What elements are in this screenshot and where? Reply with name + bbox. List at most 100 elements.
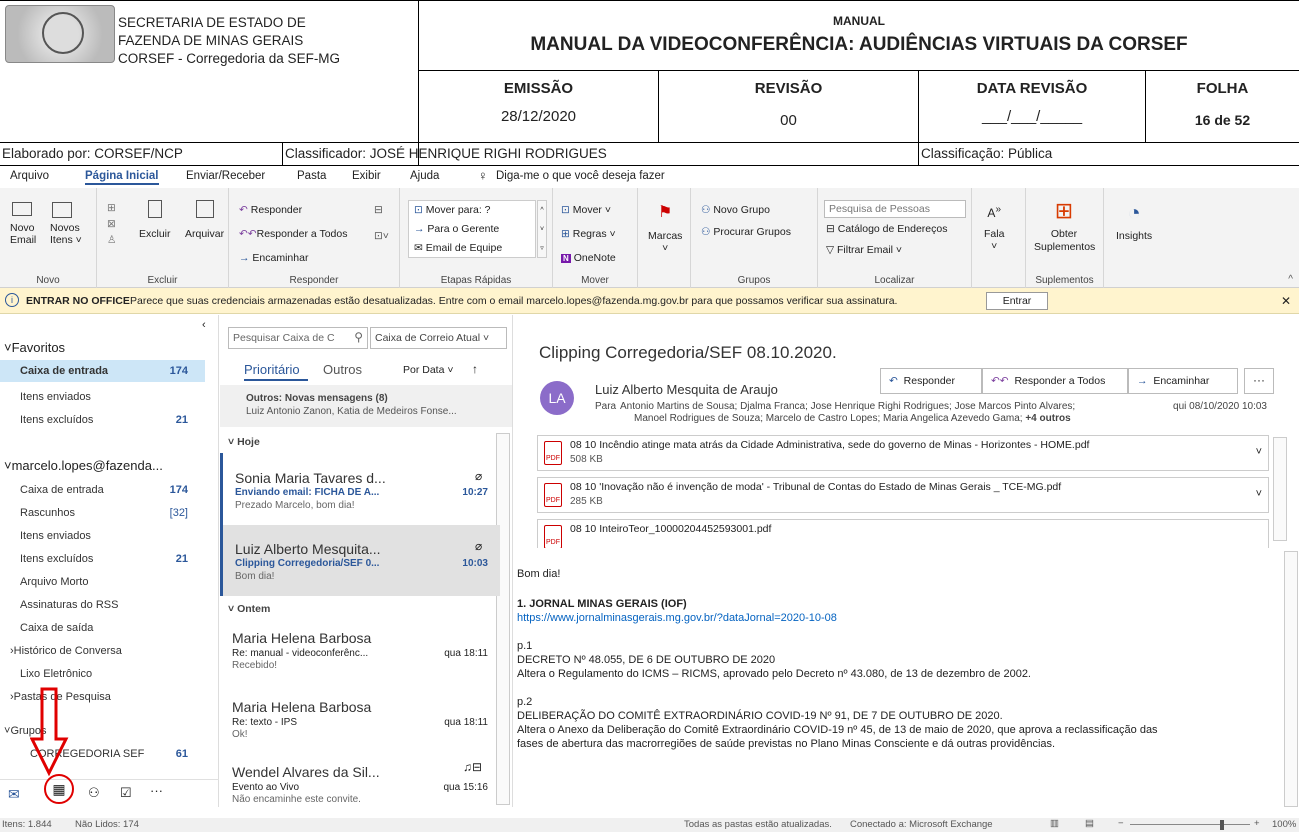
attachment-item[interactable]: PDF 08 10 'Inovação não é invenção de mo… — [537, 477, 1269, 513]
tab-pasta[interactable]: Pasta — [297, 170, 326, 182]
tab-pagina-inicial[interactable]: Página Inicial — [85, 170, 159, 185]
ontem-header[interactable]: ˅ Ontem — [228, 603, 270, 615]
tab-outros[interactable]: Outros — [323, 362, 362, 377]
zoom-slider[interactable] — [1130, 824, 1250, 825]
insights-button[interactable]: ◔ Insights — [1116, 200, 1152, 242]
catalogo-button[interactable]: ⊟ Catálogo de Endereços — [826, 223, 947, 235]
encaminhar-button[interactable]: → Encaminhar — [239, 252, 308, 264]
normal-view-icon[interactable]: ▥ — [1050, 818, 1059, 829]
jornal-link[interactable]: https://www.jornalminasgerais.mg.gov.br/… — [517, 612, 837, 624]
list-item[interactable]: Sonia Maria Tavares d... ⌀ Enviando emai… — [220, 453, 500, 533]
list-item[interactable]: Wendel Alvares da Sil... ♫⊟ Evento ao Vi… — [220, 750, 500, 807]
more-actions-button[interactable]: ··· — [1244, 368, 1274, 394]
filtrar-email-button[interactable]: ▽ Filtrar Email ˅ — [826, 244, 902, 256]
list-item[interactable]: Maria Helena Barbosa Re: texto - IPS qua… — [220, 685, 500, 755]
attachments-scrollbar[interactable] — [1273, 437, 1287, 541]
mover-para-step[interactable]: ⊡ Mover para: ? — [414, 204, 491, 216]
mover-button[interactable]: ⊡ Mover ˅ — [561, 204, 611, 216]
sender-name[interactable]: Luiz Alberto Mesquita de Araujo — [595, 382, 778, 397]
search-input[interactable]: Pesquisar Caixa de C ⚲ — [228, 327, 368, 349]
acc-junk[interactable]: Lixo Eletrônico — [20, 668, 92, 680]
zoom-slider-thumb[interactable] — [1220, 820, 1224, 830]
email-equipe-step[interactable]: ✉ Email de Equipe — [414, 242, 502, 254]
obter-suplementos-button[interactable]: ⊞ Obter Suplementos — [1034, 198, 1095, 254]
sort-direction-icon[interactable]: ↑ — [472, 362, 478, 376]
arquivar-button[interactable]: Arquivar — [185, 200, 224, 240]
collapse-pane-icon[interactable]: ‹ — [202, 319, 206, 331]
excluir-button[interactable]: Excluir — [139, 200, 171, 240]
more-apps-icon[interactable]: ··· — [150, 783, 163, 798]
tab-exibir[interactable]: Exibir — [352, 170, 381, 182]
reading-view-icon[interactable]: ▤ — [1085, 818, 1094, 829]
org-name: SECRETARIA DE ESTADO DE FAZENDA DE MINAS… — [118, 15, 341, 66]
list-item[interactable]: Maria Helena Barbosa Re: manual - videoc… — [220, 620, 500, 685]
people-icon[interactable]: ⚇ — [88, 785, 100, 801]
tab-prioritario[interactable]: Prioritário — [244, 362, 300, 377]
account-header[interactable]: ˅marcelo.lopes@fazenda... — [4, 458, 163, 473]
attachment-item[interactable]: PDF 08 10 InteiroTeor_10000204452593001.… — [537, 519, 1269, 548]
regras-button[interactable]: ⊞ Regras ˅ — [561, 228, 616, 240]
collapse-ribbon-icon[interactable]: ^ — [1288, 274, 1293, 285]
more-recipients-link[interactable]: +4 outros — [1025, 413, 1070, 424]
status-bar: Itens: 1.844 Não Lidos: 174 Todas as pas… — [0, 818, 1299, 832]
chevron-down-icon[interactable]: ˅ — [1256, 488, 1262, 500]
responder-button[interactable]: ↶ Responder — [239, 204, 302, 216]
group-insights: ◔ Insights — [1104, 188, 1164, 288]
novos-itens-button[interactable]: Novos Itens ˅ — [50, 202, 82, 246]
fav-inbox[interactable]: Caixa de entrada — [20, 365, 108, 377]
outros-banner[interactable]: Outros: Novas mensagens (8) Luiz Antonio… — [220, 385, 512, 427]
sort-dropdown[interactable]: Por Data ˅ — [403, 364, 454, 376]
acc-rss[interactable]: Assinaturas do RSS — [20, 599, 118, 611]
tab-ajuda[interactable]: Ajuda — [410, 170, 439, 182]
procurar-grupos-button[interactable]: ⚇ Procurar Grupos — [701, 226, 791, 238]
novo-email-button[interactable]: Novo Email — [10, 202, 36, 246]
acc-drafts[interactable]: Rascunhos — [20, 507, 75, 519]
meeting-icon[interactable]: ⊟ — [374, 204, 383, 216]
tasks-icon[interactable]: ☑ — [120, 785, 132, 801]
forward-button[interactable]: → Encaminhar — [1128, 368, 1238, 394]
data-revisao-value: ___/___/_____ — [981, 108, 1083, 125]
tab-enviar-receber[interactable]: Enviar/Receber — [186, 170, 265, 182]
reply-all-button[interactable]: ↶↶ Responder a Todos — [982, 368, 1128, 394]
fav-sent[interactable]: Itens enviados — [20, 391, 91, 403]
tell-me-search[interactable]: Diga-me o que você deseja fazer — [496, 170, 665, 182]
acc-outbox[interactable]: Caixa de saída — [20, 622, 93, 634]
para-gerente-step[interactable]: → Para o Gerente — [414, 223, 499, 235]
zoom-in-icon[interactable]: + — [1254, 818, 1260, 829]
module-nav: ✉ ▦ ⚇ ☑ ··· — [0, 774, 219, 807]
reply-button[interactable]: ↶ Responder — [880, 368, 982, 394]
emissao-value: 28/12/2020 — [500, 108, 577, 125]
acc-history[interactable]: ›Histórico de Conversa — [10, 645, 122, 657]
body-scrollbar[interactable] — [1284, 551, 1298, 807]
avatar[interactable]: LA — [540, 381, 574, 415]
mail-icon[interactable]: ✉ — [8, 786, 20, 803]
email-subject: Clipping Corregedoria/SEF 08.10.2020. — [539, 343, 837, 362]
chevron-down-icon[interactable]: ˅ — [1256, 446, 1262, 458]
acc-sent[interactable]: Itens enviados — [20, 530, 91, 542]
acc-archive[interactable]: Arquivo Morto — [20, 576, 88, 588]
close-icon[interactable]: ✕ — [1281, 294, 1291, 308]
calendar-icon[interactable]: ▦ — [44, 774, 74, 804]
zoom-out-icon[interactable]: − — [1118, 818, 1124, 829]
acc-inbox[interactable]: Caixa de entrada — [20, 484, 104, 496]
favoritos-header[interactable]: ˅Favoritos — [4, 340, 65, 355]
quick-steps-scroll[interactable]: ^ ˅ ▿ — [537, 200, 547, 258]
marcas-button[interactable]: ⚑ Marcas ˅ — [648, 202, 682, 254]
tab-arquivo[interactable]: Arquivo — [10, 170, 49, 182]
more-respond-icon[interactable]: ⊡˅ — [374, 230, 389, 242]
fav-deleted[interactable]: Itens excluídos — [20, 414, 93, 426]
group-corregedoria-count: 61 — [175, 748, 188, 760]
entrar-button[interactable]: Entrar — [986, 292, 1048, 310]
hoje-header[interactable]: ˅ Hoje — [228, 436, 260, 448]
onenote-button[interactable]: N OneNote — [561, 252, 616, 264]
attachment-item[interactable]: PDF 08 10 Incêndio atinge mata atrás da … — [537, 435, 1269, 471]
cleanup-icons[interactable]: ⊞ ⊠ ♙ — [107, 200, 116, 248]
list-item-selected[interactable]: Luiz Alberto Mesquita... ⌀ Clipping Corr… — [220, 525, 500, 596]
fala-button[interactable]: A» Fala ˅ — [984, 204, 1004, 252]
acc-deleted[interactable]: Itens excluídos — [20, 553, 93, 565]
people-search-input[interactable]: Pesquisa de Pessoas — [824, 200, 966, 218]
responder-todos-button[interactable]: ↶↶Responder a Todos — [239, 228, 347, 240]
novo-grupo-button[interactable]: ⚇ Novo Grupo — [701, 204, 770, 216]
attachment-icon: ⌀ — [475, 469, 483, 483]
search-scope-dropdown[interactable]: Caixa de Correio Atual ˅ — [370, 327, 507, 349]
